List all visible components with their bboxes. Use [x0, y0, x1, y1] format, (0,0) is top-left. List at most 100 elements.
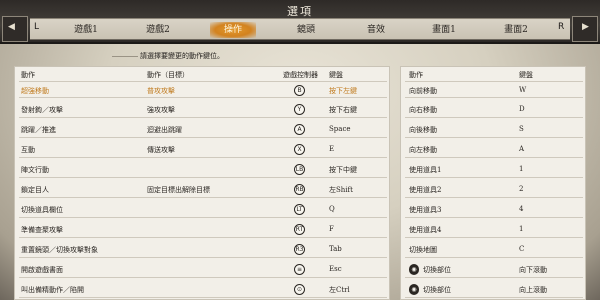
binding-row[interactable]: 使用道具2 2 — [405, 181, 583, 198]
action-target-label: 固定目標出解除目標 — [147, 186, 210, 194]
key-label[interactable]: W — [519, 86, 526, 94]
controller-button-icon: X — [294, 144, 305, 155]
action-label: 互動 — [21, 146, 35, 154]
key-label[interactable]: D — [519, 105, 525, 113]
controller-button-icon: Y — [294, 104, 305, 115]
action-label: 跳躍／推進 — [21, 126, 56, 134]
action-label: 超強移動 — [21, 87, 49, 95]
prev-tab-button[interactable] — [2, 16, 28, 42]
action-label: 陣文行動 — [21, 166, 49, 174]
header-action-target: 動作（目標） — [147, 71, 189, 79]
binding-row[interactable]: 使用道具3 4 — [405, 201, 583, 218]
mouse-wheel-icon: ◉ — [409, 284, 419, 295]
action-target-label: 強攻攻擊 — [147, 106, 175, 114]
binding-row[interactable]: 向左移動 A — [405, 141, 583, 158]
binding-row[interactable]: 使用道具1 1 — [405, 161, 583, 178]
hint-divider — [112, 56, 138, 57]
action-label: 使用道具4 — [409, 226, 442, 234]
binding-row[interactable]: ◉ 切換部位 向下滾動 — [405, 261, 583, 278]
key-label[interactable]: 左Ctrl — [329, 285, 350, 295]
action-label: 使用道具2 — [409, 186, 442, 194]
instruction-hint: 請選擇要變更的動作鍵位。 — [140, 52, 224, 60]
action-label: 切換道具欄位 — [21, 206, 63, 214]
action-target-label: 普攻攻擊 — [147, 87, 175, 95]
key-label[interactable]: Esc — [329, 265, 342, 273]
tab-game2[interactable]: 遊戲2 — [140, 22, 176, 38]
controller-button-icon: ⊙ — [294, 284, 305, 295]
key-label[interactable]: 向下滾動 — [519, 265, 547, 275]
controller-button-icon: A — [294, 124, 305, 135]
controller-button-icon: R3 — [294, 244, 305, 255]
key-label[interactable]: 按下右鍵 — [329, 105, 357, 115]
key-label[interactable]: Q — [329, 205, 335, 213]
key-label[interactable]: Space — [329, 125, 351, 133]
action-label: 開啟遊戲書面 — [21, 266, 63, 274]
controller-bindings-panel: 動作 動作（目標） 遊戲控制器 鍵盤 超強移動 普攻攻擊 B 按下左鍵發射鉤／攻擊 強攻… — [14, 66, 390, 300]
action-label: 使用道具3 — [409, 206, 442, 214]
key-label[interactable]: S — [519, 125, 524, 133]
key-label[interactable]: 1 — [519, 165, 523, 173]
binding-row[interactable]: 發射鉤／攻擊 強攻攻擊 Y 按下右鍵 — [19, 101, 387, 118]
tab-sound[interactable]: 音效 — [358, 22, 394, 38]
header-key: 鍵盤 — [329, 71, 343, 79]
action-label: 重置鏡頭／切換攻擊對象 — [21, 246, 98, 254]
binding-row[interactable]: 叫出備精動作／陷開 ⊙ 左Ctrl — [19, 281, 387, 298]
binding-row[interactable]: ◉ 切換部位 向上滾動 — [405, 281, 583, 298]
binding-row[interactable]: 向右移動 D — [405, 101, 583, 118]
key-label[interactable]: 向上滾動 — [519, 285, 547, 295]
action-label: 切換部位 — [423, 266, 451, 274]
binding-row[interactable]: 準備查聚攻擊 RT F — [19, 221, 387, 238]
action-label: 向後移動 — [409, 126, 437, 134]
next-key-hint: R — [558, 22, 565, 32]
action-label: 向右移動 — [409, 106, 437, 114]
key-label[interactable]: C — [519, 245, 524, 253]
action-label: 準備查聚攻擊 — [21, 226, 63, 234]
controller-button-icon: LT — [294, 204, 305, 215]
action-label: 鎖定目人 — [21, 186, 49, 194]
binding-row[interactable]: 重置鏡頭／切換攻擊對象 R3 Tab — [19, 241, 387, 258]
tab-display2[interactable]: 畫面2 — [498, 22, 534, 38]
key-label[interactable]: 1 — [519, 225, 523, 233]
controller-button-icon: RB — [294, 184, 305, 195]
key-label[interactable]: E — [329, 145, 334, 153]
tab-strip: ◀ L 遊戲1 遊戲2 操作 鏡頭 音效 畫面1 畫面2 R ▶ — [8, 18, 589, 40]
action-target-label: 迴避出跳躍 — [147, 126, 182, 134]
key-label[interactable]: 4 — [519, 205, 523, 213]
controller-button-icon: B — [294, 85, 305, 96]
controller-button-icon: ≡ — [294, 264, 305, 275]
mouse-wheel-icon: ◉ — [409, 264, 419, 275]
header-action: 動作 — [21, 71, 35, 79]
key-label[interactable]: Tab — [329, 245, 342, 253]
page-title: 選項 — [287, 5, 313, 18]
binding-row[interactable]: 向前移動 W — [405, 81, 583, 98]
key-label[interactable]: 按下中鍵 — [329, 165, 357, 175]
binding-row[interactable]: 切換道具欄位 LT Q — [19, 201, 387, 218]
key-label[interactable]: F — [329, 225, 334, 233]
tab-camera[interactable]: 鏡頭 — [288, 22, 324, 38]
arrow-right-icon: ▶ — [582, 22, 589, 32]
header-controller: 遊戲控制器 — [283, 71, 318, 79]
action-target-label: 傳送攻擊 — [147, 146, 175, 154]
action-label: 向前移動 — [409, 87, 437, 95]
key-label[interactable]: A — [519, 145, 524, 153]
action-label: 使用道具1 — [409, 166, 442, 174]
controller-button-icon: LB — [294, 164, 305, 175]
binding-row[interactable]: 使用道具4 1 — [405, 221, 583, 238]
binding-row[interactable]: 切換地圖 C — [405, 241, 583, 258]
controller-button-icon: RT — [294, 224, 305, 235]
binding-row[interactable]: 跳躍／推進 迴避出跳躍 A Space — [19, 121, 387, 138]
arrow-left-icon: ◀ — [8, 22, 15, 32]
binding-row[interactable]: 開啟遊戲書面 ≡ Esc — [19, 261, 387, 278]
key-label[interactable]: 左Shift — [329, 185, 353, 195]
key-label[interactable]: 按下左鍵 — [329, 86, 357, 96]
tab-controls[interactable]: 操作 — [210, 22, 256, 38]
binding-row[interactable]: 向後移動 S — [405, 121, 583, 138]
key-label[interactable]: 2 — [519, 185, 523, 193]
binding-row[interactable]: 鎖定目人 固定目標出解除目標 RB 左Shift — [19, 181, 387, 198]
tab-game1[interactable]: 遊戲1 — [68, 22, 104, 38]
tab-display1[interactable]: 畫面1 — [426, 22, 462, 38]
action-label: 發射鉤／攻擊 — [21, 106, 63, 114]
binding-row[interactable]: 超強移動 普攻攻擊 B 按下左鍵 — [19, 81, 387, 98]
binding-row[interactable]: 互動 傳送攻擊 X E — [19, 141, 387, 158]
binding-row[interactable]: 陣文行動 LB 按下中鍵 — [19, 161, 387, 178]
